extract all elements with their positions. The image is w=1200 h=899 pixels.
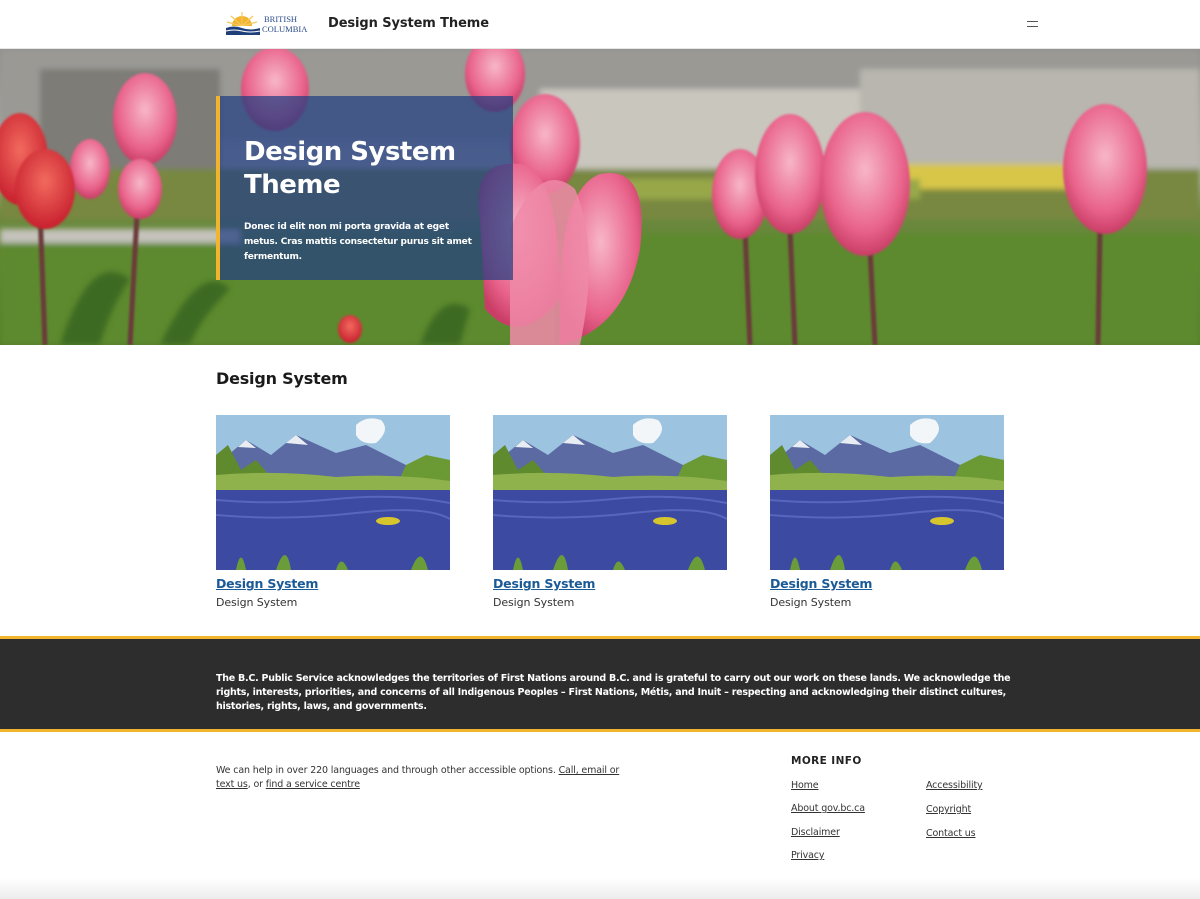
section-heading: Design System: [216, 369, 348, 388]
pink-tulips-photo: [0, 49, 1200, 345]
river-mountain-photo[interactable]: [216, 415, 450, 570]
page-bottom-shadow: [0, 878, 1200, 899]
footer-link-about[interactable]: About gov.bc.ca: [791, 803, 865, 814]
site-header: BRITISH COLUMBIA Design System Theme: [0, 0, 1200, 49]
footer-link-home[interactable]: Home: [791, 780, 819, 791]
footer-help-intro: We can help in over 220 languages and th…: [216, 765, 559, 776]
land-acknowledgement-band: The B.C. Public Service acknowledges the…: [0, 636, 1200, 732]
footer-help-text: We can help in over 220 languages and th…: [216, 764, 626, 792]
card-link[interactable]: Design System: [216, 576, 450, 591]
footer-help-separator: , or: [247, 779, 266, 790]
river-mountain-photo[interactable]: [493, 415, 727, 570]
card-3: Design System Design System: [770, 415, 1004, 609]
card-description: Design System: [493, 596, 575, 609]
card-description: Design System: [770, 596, 852, 609]
footer-link-contact[interactable]: Contact us: [926, 828, 976, 839]
bc-government-logo[interactable]: BRITISH COLUMBIA: [225, 11, 315, 37]
card-link[interactable]: Design System: [493, 576, 727, 591]
footer-link-privacy[interactable]: Privacy: [791, 850, 825, 861]
footer-link-disclaimer[interactable]: Disclaimer: [791, 827, 840, 838]
more-info-heading: MORE INFO: [791, 755, 862, 767]
card-1: Design System Design System: [216, 415, 450, 609]
find-service-centre-link[interactable]: find a service centre: [266, 779, 360, 790]
footer-link-copyright[interactable]: Copyright: [926, 804, 971, 815]
land-acknowledgement-text: The B.C. Public Service acknowledges the…: [216, 673, 1011, 712]
site-title[interactable]: Design System Theme: [328, 16, 489, 31]
hamburger-menu-icon[interactable]: [1024, 16, 1042, 32]
card-2: Design System Design System: [493, 415, 727, 609]
card-link[interactable]: Design System: [770, 576, 1004, 591]
river-mountain-photo[interactable]: [770, 415, 1004, 570]
logo-line-columbia: COLUMBIA: [262, 24, 308, 34]
hero-card: Design System Theme Donec id elit non mi…: [216, 96, 513, 280]
hero-text: Donec id elit non mi porta gravida at eg…: [244, 222, 472, 262]
footer-link-accessibility[interactable]: Accessibility: [926, 780, 983, 791]
logo-line-british: BRITISH: [264, 14, 297, 24]
hero-banner: Design System Theme Donec id elit non mi…: [0, 49, 1200, 345]
card-description: Design System: [216, 596, 298, 609]
hero-title: Design System Theme: [244, 137, 456, 200]
